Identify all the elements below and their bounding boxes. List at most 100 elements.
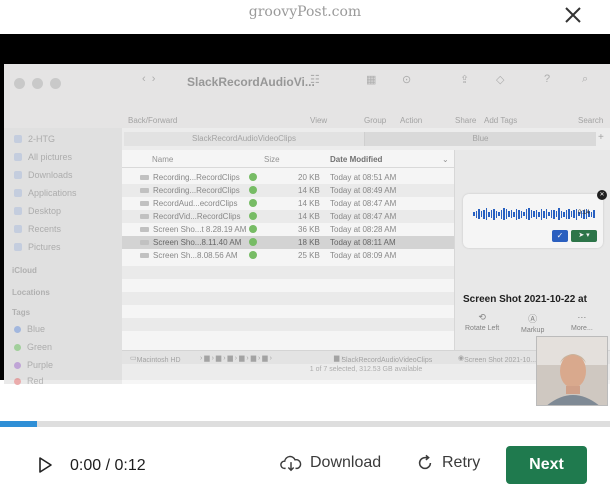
sidebar-item-downloads[interactable]: Downloads [14, 170, 73, 180]
waveform-bar [540, 208, 542, 220]
markup-button[interactable]: Ⓐ Markup [521, 312, 544, 334]
column-header-name[interactable]: Name [152, 155, 173, 164]
checkmark-icon: ✓ [556, 231, 564, 240]
more-button[interactable]: ⋯ More... [571, 312, 593, 332]
zoom-window-icon[interactable] [50, 78, 61, 89]
tag-icon[interactable]: ◇ [496, 73, 504, 86]
action-icon[interactable]: ⊙ [402, 73, 411, 86]
cloud-download-icon [280, 455, 302, 472]
waveform-bar [590, 211, 592, 217]
webcam-overlay [536, 336, 608, 406]
file-icon [140, 175, 149, 180]
waveform-bar [535, 209, 537, 219]
watermark: groovyPost.com [248, 4, 362, 20]
sidebar-tag-purple[interactable]: Purple [14, 360, 53, 370]
progress-bar[interactable] [0, 421, 610, 427]
column-header-date[interactable]: Date Modified [330, 155, 382, 164]
table-row[interactable]: Recording...RecordClips 14 KB Today at 08:… [122, 184, 454, 197]
waveform-bar [523, 212, 525, 216]
rotate-left-icon: ⟲ [478, 312, 486, 322]
download-button[interactable]: Download [280, 454, 381, 472]
download-label: Download [310, 454, 382, 471]
waveform-bar [490, 210, 492, 218]
group-icon[interactable]: ▦ [366, 73, 376, 86]
close-icon[interactable]: ✕ [597, 190, 607, 200]
waveform-bar [553, 209, 555, 219]
file-date: Today at 08:11 AM [330, 238, 396, 247]
view-label: View [310, 116, 328, 125]
share-icon[interactable]: ⇪ [460, 73, 469, 86]
waveform-bar [510, 210, 512, 218]
sidebar-item-applications[interactable]: Applications [14, 188, 77, 198]
audio-clip-card: ✕ 0:14 ✓ ➤ ▾ [463, 190, 607, 248]
search-icon[interactable]: ⌕ [582, 73, 588, 86]
sidebar-item-desktop[interactable]: Desktop [14, 206, 61, 216]
sidebar-item-2-htg[interactable]: 2-HTG [14, 134, 55, 144]
retry-button[interactable]: Retry [416, 454, 480, 472]
file-name: Recording...RecordClips [153, 173, 240, 182]
confirm-button[interactable]: ✓ [552, 230, 568, 242]
waveform-bar [560, 210, 562, 218]
column-header-size[interactable]: Size [264, 155, 280, 164]
waveform-bar [473, 212, 475, 216]
close-button[interactable] [564, 6, 582, 24]
new-tab-button[interactable]: + [598, 132, 604, 143]
folder-icon [14, 153, 22, 161]
tag-dot-icon [14, 377, 21, 385]
tag-dot-icon [14, 325, 21, 333]
play-button[interactable] [36, 456, 54, 474]
person-avatar [537, 337, 607, 405]
waveform-bar [530, 210, 532, 218]
waveform-bar [483, 209, 485, 219]
retry-label: Retry [442, 454, 481, 471]
table-row[interactable]: Screen Sho...8.11.40 AM 18 KB Today at 08:… [122, 236, 454, 249]
progress-fill [0, 421, 37, 427]
waveform-bar [543, 210, 545, 218]
waveform-bar [500, 209, 502, 219]
file-name: Recording...RecordClips [153, 186, 240, 195]
view-icon[interactable]: ☷ [310, 73, 320, 86]
downloads-icon [14, 171, 22, 179]
table-row[interactable]: Screen Sh...8.08.56 AM 25 KB Today at 08:0… [122, 249, 454, 262]
file-list: Name Size Date Modified ⌄ Recording...Re… [122, 150, 454, 350]
table-row[interactable]: Recording...RecordClips 20 KB Today at 08:… [122, 171, 454, 184]
action-label: Action [400, 116, 423, 125]
sidebar-heading-tags: Tags [12, 308, 31, 317]
sidebar-item-recents[interactable]: Recents [14, 224, 61, 234]
waveform-bar [555, 211, 557, 217]
table-row[interactable]: Screen Sho...t 8.28.19 AM 36 KB Today at 0… [122, 223, 454, 236]
file-date: Today at 08:09 AM [330, 251, 397, 260]
tab-slackrecord[interactable]: SlackRecordAudioVideoClips [124, 132, 364, 146]
send-button[interactable]: ➤ ▾ [571, 230, 597, 242]
sidebar-tag-green[interactable]: Green [14, 342, 52, 352]
waveform-bar [573, 210, 575, 218]
tab-blue[interactable]: Blue [364, 132, 596, 146]
waveform-bar [545, 209, 547, 219]
finder-window: ‹ › Back/Forward SlackRecordAudioVi... ☷… [4, 64, 610, 386]
minimize-window-icon[interactable] [32, 78, 43, 89]
sidebar-item-pictures[interactable]: Pictures [14, 242, 61, 252]
path-segment-folder[interactable]: ▆ SlackRecordAudioVideoClips › [334, 354, 432, 364]
next-button[interactable]: Next [506, 446, 587, 484]
help-icon[interactable]: ? [544, 73, 550, 85]
sidebar-tag-blue[interactable]: Blue [14, 324, 45, 334]
send-icon: ➤ ▾ [578, 232, 590, 239]
rotate-left-button[interactable]: ⟲ Rotate Left [465, 312, 499, 332]
file-date: Today at 08:51 AM [330, 173, 397, 182]
close-window-icon[interactable] [14, 78, 25, 89]
sidebar-item-all-pictures[interactable]: All pictures [14, 152, 72, 162]
empty-row [122, 318, 454, 331]
table-row[interactable]: RecordVid...RecordClips 14 KB Today at 08:… [122, 210, 454, 223]
synced-check-icon [249, 212, 257, 220]
path-segment-file[interactable]: ◉ Screen Shot 2021-10... [458, 354, 536, 364]
waveform-bar [568, 209, 570, 219]
clock-icon [14, 225, 22, 233]
path-segment-macintosh-hd[interactable]: ▭ Macintosh HD [130, 354, 181, 364]
back-forward-icon[interactable]: ‹ › [142, 73, 155, 85]
waveform-bar [538, 211, 540, 217]
file-size: 14 KB [298, 199, 320, 208]
sidebar-tag-red[interactable]: Red [14, 376, 44, 386]
chevron-down-icon[interactable]: ⌄ [442, 155, 449, 164]
file-size: 14 KB [298, 212, 320, 221]
table-row[interactable]: RecordAud...ecordClips 14 KB Today at 08:4… [122, 197, 454, 210]
